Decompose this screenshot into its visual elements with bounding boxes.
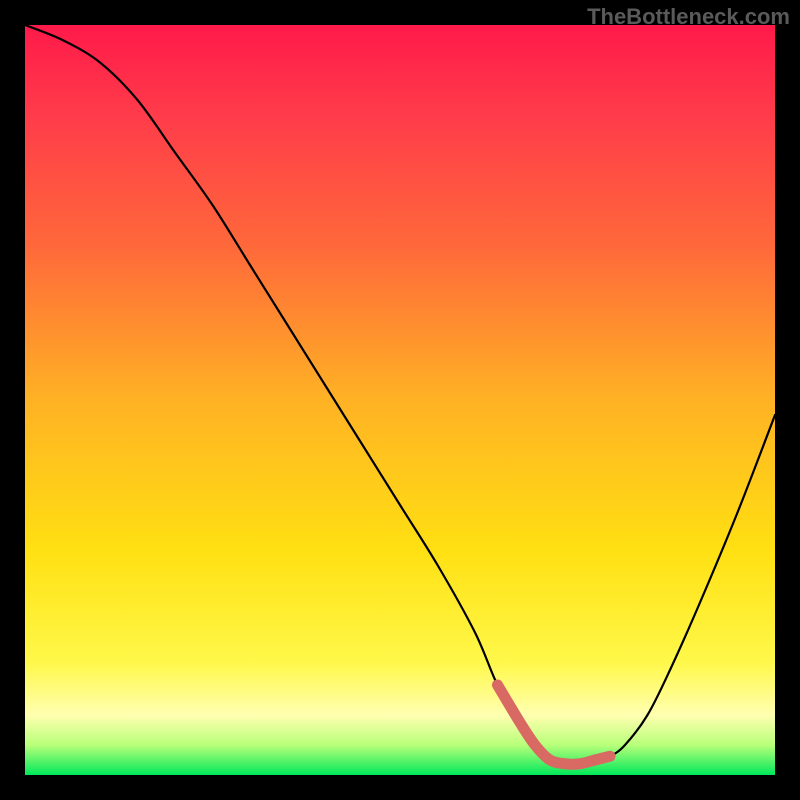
- curve-path: [25, 25, 775, 764]
- bottleneck-curve: [25, 25, 775, 775]
- chart-container: TheBottleneck.com: [0, 0, 800, 800]
- optimal-highlight: [498, 685, 611, 764]
- watermark-text: TheBottleneck.com: [587, 4, 790, 30]
- plot-area: [25, 25, 775, 775]
